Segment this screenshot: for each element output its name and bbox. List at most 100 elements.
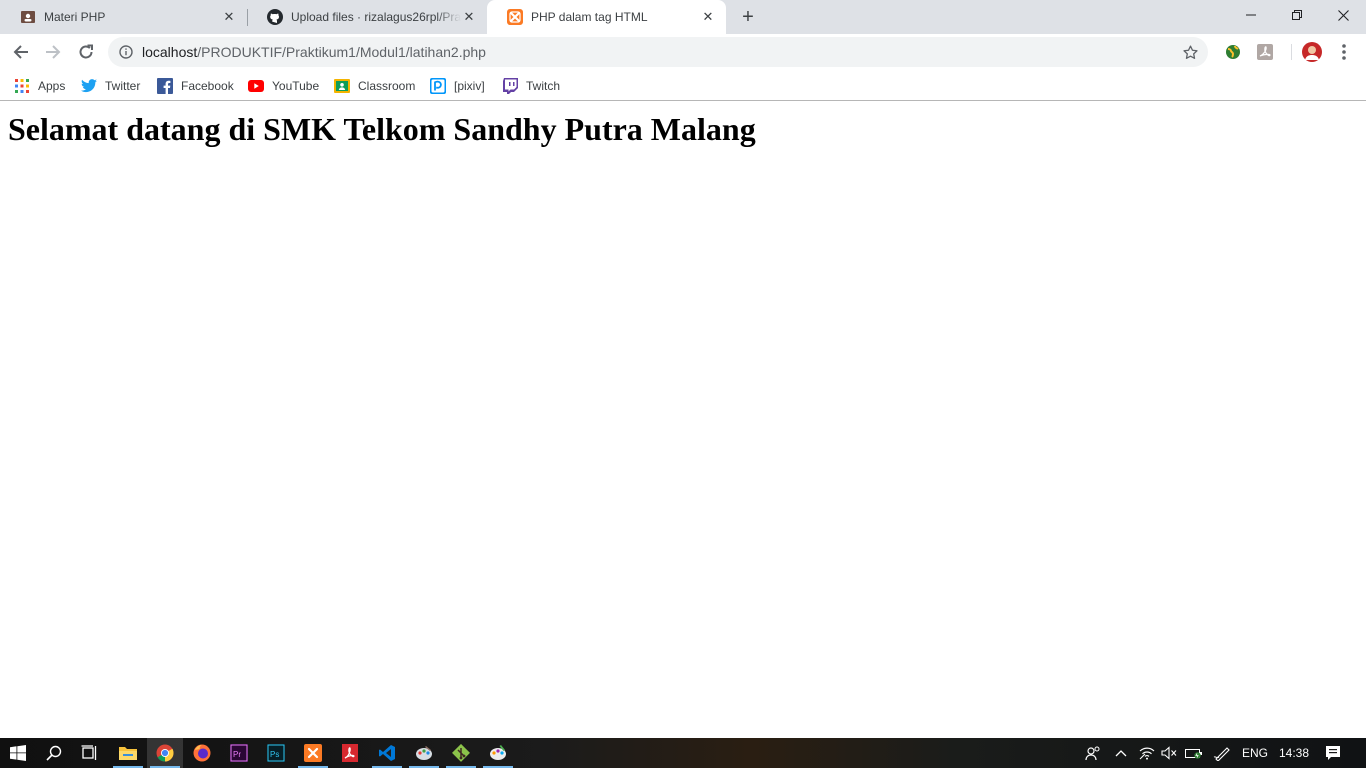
tab-title: PHP dalam tag HTML [531,10,648,24]
acrobat-icon [342,744,358,762]
xampp-icon [507,9,523,25]
taskbar-git[interactable] [443,738,479,768]
bookmarks-bar: Apps Twitter Facebook YouTube Classroom … [0,70,1366,101]
notification-icon [1326,746,1340,760]
search-button[interactable] [36,738,72,768]
chevron-up-icon [1115,750,1127,757]
tab-title: Materi PHP [44,10,106,24]
bookmark-star-icon[interactable] [1182,44,1198,60]
restore-icon [1292,10,1302,20]
arrow-right-icon [46,45,61,59]
bookmark-label: Apps [38,79,66,93]
firefox-icon [193,744,211,762]
taskbar-chrome[interactable] [147,738,183,768]
battery-button[interactable] [1182,738,1206,768]
info-icon[interactable] [118,44,134,60]
bookmark-label: [pixiv] [454,79,485,93]
menu-button[interactable] [1334,42,1354,62]
browser-toolbar: localhost/PRODUKTIF/Praktikum1/Modul1/la… [0,34,1366,70]
restore-button[interactable] [1274,0,1320,30]
globe-extension-icon[interactable] [1223,42,1243,62]
youtube-icon [248,78,264,94]
close-window-button[interactable] [1320,0,1366,30]
taskbar-paint[interactable] [406,738,442,768]
chrome-icon [156,744,174,762]
more-vertical-icon [1342,44,1346,60]
volume-button[interactable] [1158,738,1180,768]
bookmark-classroom[interactable]: Classroom [334,75,415,97]
paint-3d-icon [490,745,506,760]
pdf-extension-icon[interactable] [1255,42,1275,62]
pen-icon [1213,747,1230,761]
taskbar-vscode[interactable] [369,738,405,768]
input-language[interactable]: ENG [1238,738,1272,768]
battery-charging-icon [1185,749,1202,759]
page-heading: Selamat datang di SMK Telkom Sandhy Putr… [8,111,756,147]
avatar-icon [1302,42,1322,62]
windows-taskbar: Pr Ps ENG 14:38 [0,738,1366,768]
bookmark-facebook[interactable]: Facebook [157,75,234,97]
url-path: /PRODUKTIF/Praktikum1/Modul1/latihan2.ph… [197,44,486,60]
vscode-icon [379,745,395,761]
bookmark-label: YouTube [272,79,320,93]
close-tab-icon[interactable]: ✕ [221,9,237,25]
windows-logo-icon [10,745,26,761]
tab-upload-files[interactable]: Upload files · rizalagus26rpl/Praktikum … [247,0,487,34]
clock[interactable]: 14:38 [1274,738,1314,768]
bookmark-apps[interactable]: Apps [14,75,65,97]
bookmark-twitter[interactable]: Twitter [81,75,140,97]
pixiv-icon [430,78,446,94]
reload-icon [79,44,93,59]
show-hidden-icons-button[interactable] [1110,738,1132,768]
bookmark-pixiv[interactable]: [pixiv] [430,75,485,97]
bookmark-youtube[interactable]: YouTube [248,75,319,97]
bookmark-label: Facebook [181,79,234,93]
taskbar-paint-3d[interactable] [480,738,516,768]
pen-workspace-button[interactable] [1210,738,1234,768]
close-tab-icon[interactable]: ✕ [700,9,716,25]
reload-button[interactable] [72,38,100,66]
xampp-icon [304,744,322,762]
taskbar-xampp[interactable] [295,738,331,768]
action-center-button[interactable] [1320,738,1346,768]
taskbar-acrobat[interactable] [332,738,368,768]
twitch-icon [502,78,518,94]
tab-title: Upload files · rizalagus26rpl/Praktikum [291,10,461,24]
github-icon [267,9,283,25]
tab-materi-php[interactable]: Materi PHP ✕ [0,0,247,34]
facebook-icon [157,78,173,94]
minimize-icon [1246,14,1256,16]
wifi-icon [1139,747,1155,760]
taskbar-file-explorer[interactable] [110,738,146,768]
new-tab-button[interactable]: + [736,6,760,28]
svg-text:Ps: Ps [270,750,279,759]
task-view-button[interactable] [72,738,108,768]
tab-strip: Materi PHP ✕ Upload files · rizalagus26r… [0,0,1366,34]
arrow-left-icon [13,45,28,59]
volume-muted-icon [1161,746,1177,760]
profile-avatar[interactable] [1302,42,1322,62]
paint-icon [416,746,432,760]
network-button[interactable] [1136,738,1158,768]
search-icon [46,745,62,761]
taskbar-photoshop[interactable]: Ps [258,738,294,768]
classroom-icon [20,9,36,25]
bookmark-label: Twitter [105,79,141,93]
bookmark-label: Twitch [526,79,561,93]
folder-icon [119,747,137,760]
twitter-icon [81,78,97,94]
forward-button[interactable] [39,38,67,66]
start-button[interactable] [0,738,36,768]
taskbar-firefox[interactable] [184,738,220,768]
minimize-button[interactable] [1228,0,1274,30]
people-button[interactable] [1082,738,1104,768]
back-button[interactable] [7,38,35,66]
tab-php-dalam-tag-html[interactable]: PHP dalam tag HTML ✕ [487,0,726,34]
close-tab-icon[interactable]: ✕ [461,9,477,25]
bookmark-twitch[interactable]: Twitch [502,75,560,97]
taskbar-premiere[interactable]: Pr [221,738,257,768]
classroom-icon [334,78,350,94]
address-bar[interactable]: localhost/PRODUKTIF/Praktikum1/Modul1/la… [108,37,1208,67]
toolbar-divider [1291,44,1292,60]
close-icon [1337,9,1349,21]
